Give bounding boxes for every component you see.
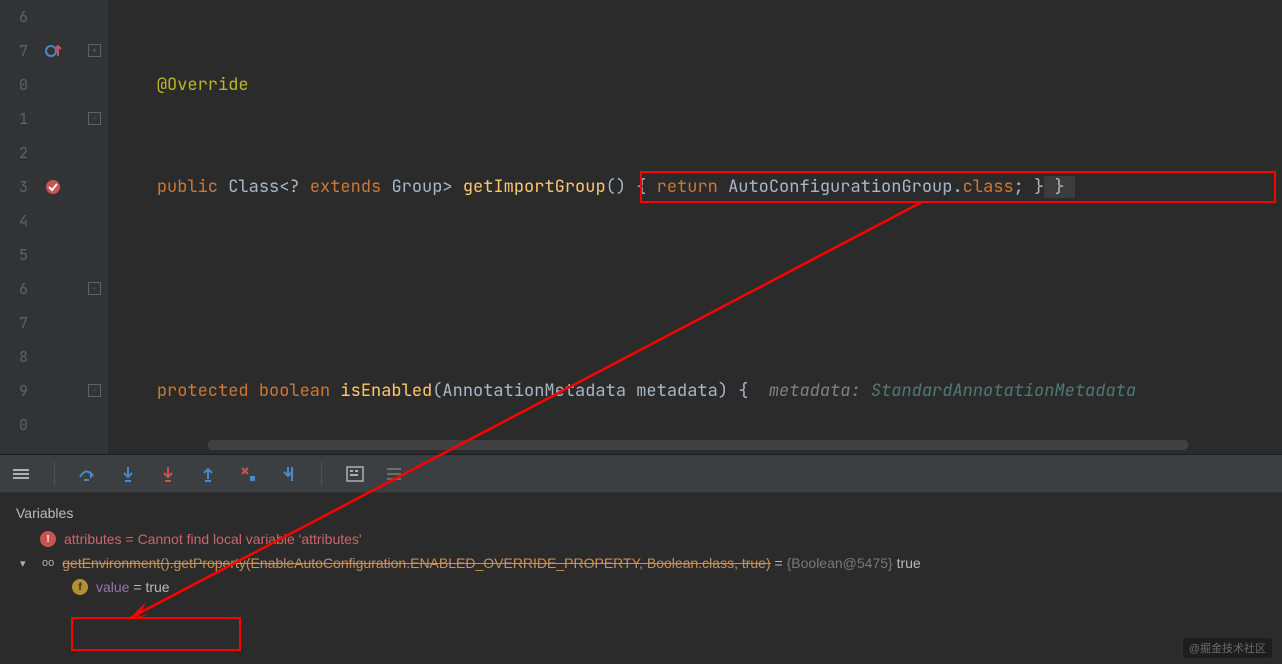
debugger-panel: Variables ! attributes = Cannot find loc… [0,454,1282,664]
annotation: @Override [157,74,249,96]
step-into-icon[interactable] [117,463,139,485]
run-to-cursor-icon[interactable] [277,463,299,485]
glasses-icon: oo [42,557,54,569]
code-area[interactable]: @Override public Class<? extends Group> … [108,0,1282,454]
trace-icon[interactable] [384,463,406,485]
chevron-down-icon[interactable]: ▾ [20,557,34,570]
breakpoint-icon[interactable] [44,178,62,202]
force-step-into-icon[interactable] [157,463,179,485]
fold-toggle-icon[interactable]: − [88,112,101,125]
fold-toggle-icon[interactable]: − [88,282,101,295]
watermark: @掘金技术社区 [1183,638,1272,658]
evaluate-expression-icon[interactable] [344,463,366,485]
fold-toggle-icon[interactable]: + [88,44,101,57]
step-over-icon[interactable] [77,463,99,485]
variable-row-error[interactable]: ! attributes = Cannot find local variabl… [0,527,1282,551]
variables-panel[interactable]: Variables ! attributes = Cannot find loc… [0,493,1282,664]
variables-title: Variables [0,499,1282,527]
show-frames-icon[interactable] [10,463,32,485]
line-number-gutter: 670 123 456 789 0 [0,0,36,454]
debugger-toolbar [0,455,1282,493]
fold-toggle-icon[interactable]: − [88,384,101,397]
step-out-icon[interactable] [197,463,219,485]
fold-column: + − − − [84,0,108,454]
gutter-icons [36,0,84,454]
field-icon: f [72,579,88,595]
variable-row-value[interactable]: f value = true [0,575,1282,599]
override-marker-icon[interactable] [44,42,62,66]
code-editor[interactable]: 670 123 456 789 0 + − − − @Override publ… [0,0,1282,454]
error-icon: ! [40,531,56,547]
variable-row-watch[interactable]: ▾ oo getEnvironment().getProperty(Enable… [0,551,1282,575]
horizontal-scrollbar[interactable] [208,440,1188,450]
drop-frame-icon[interactable] [237,463,259,485]
